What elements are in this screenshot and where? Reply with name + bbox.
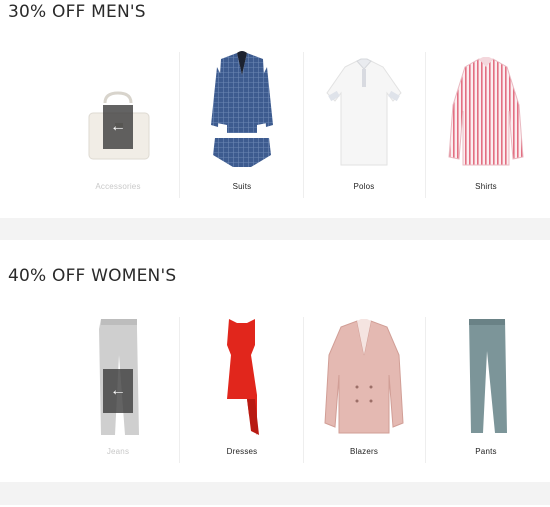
category-tile-blazers[interactable]: Blazers — [303, 315, 425, 465]
section-title: 40% OFF WOMEN'S — [8, 266, 177, 286]
tile-label: Accessories — [95, 182, 141, 191]
shirt-image — [448, 57, 524, 166]
carousel-prev-button[interactable]: ← — [103, 369, 133, 413]
polo-image — [326, 58, 402, 166]
category-tile-pants[interactable]: Pants — [425, 315, 547, 465]
divider — [179, 317, 180, 463]
men-sale-section: 30% OFF MEN'S Accessories ← Suits Polos … — [0, 0, 550, 218]
divider — [179, 52, 180, 198]
carousel-prev-button[interactable]: ← — [103, 105, 133, 149]
category-tile-suits[interactable]: Suits — [181, 45, 303, 200]
suit-image — [211, 51, 273, 167]
category-tile-polos[interactable]: Polos — [303, 45, 425, 200]
tile-label: Polos — [353, 182, 375, 191]
blazer-image — [324, 319, 404, 434]
arrow-left-icon: ← — [110, 382, 126, 399]
tile-label: Suits — [232, 182, 252, 191]
category-tile-dresses[interactable]: Dresses — [181, 315, 303, 465]
dress-image — [227, 319, 259, 435]
tile-label: Blazers — [349, 447, 379, 456]
tile-label: Shirts — [475, 182, 497, 191]
tile-label: Jeans — [106, 447, 130, 456]
women-sale-section: 40% OFF WOMEN'S Jeans ← Dresses Blazers — [0, 240, 550, 482]
category-tile-shirts[interactable]: Shirts — [425, 45, 547, 200]
pants-image — [469, 319, 507, 433]
tile-label: Dresses — [226, 447, 258, 456]
section-title: 30% OFF MEN'S — [8, 2, 146, 22]
tile-label: Pants — [475, 447, 497, 456]
arrow-left-icon: ← — [110, 118, 126, 135]
